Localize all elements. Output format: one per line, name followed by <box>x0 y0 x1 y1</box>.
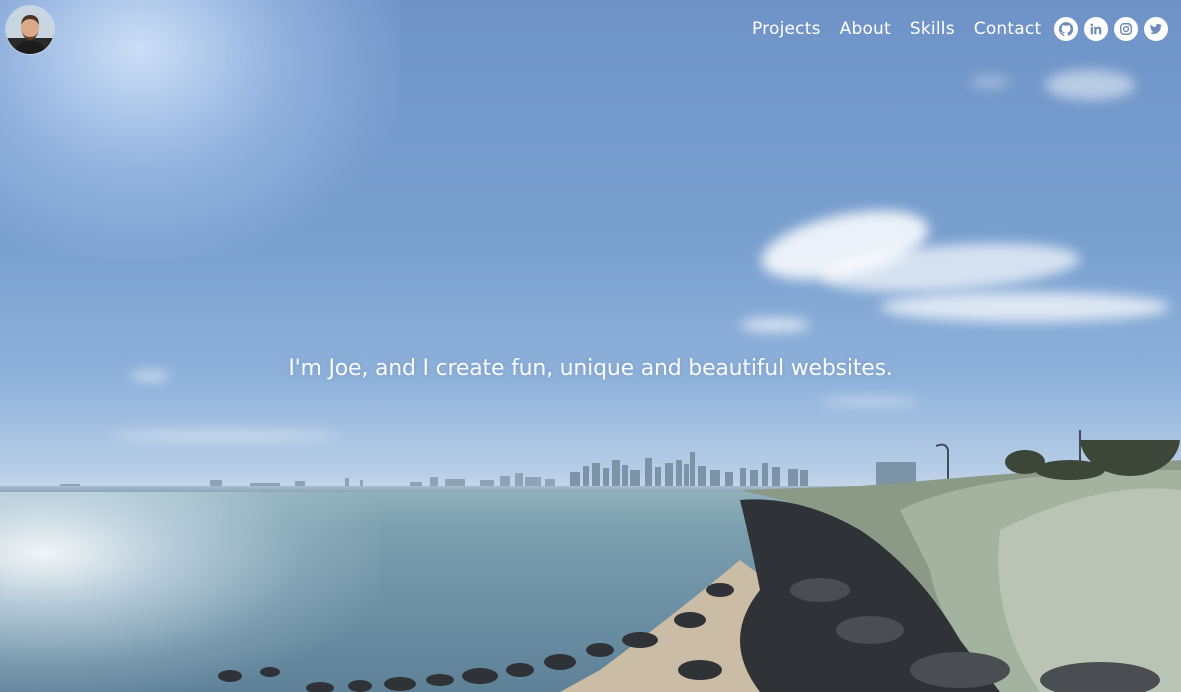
profile-photo <box>6 6 54 54</box>
instagram-icon-glyph <box>1120 23 1132 35</box>
github-icon[interactable] <box>1054 17 1078 41</box>
nav-about[interactable]: About <box>840 17 891 41</box>
cloud <box>1045 70 1135 100</box>
hero-background: Projects About Skills Contact I'm Joe, a… <box>0 0 1181 692</box>
avatar[interactable] <box>6 6 54 54</box>
cloud <box>820 398 920 405</box>
twitter-icon-glyph <box>1149 23 1163 34</box>
rocky-shore <box>218 440 1181 692</box>
linkedin-icon[interactable] <box>1084 17 1108 41</box>
cloud <box>970 75 1010 89</box>
cloud <box>880 292 1170 322</box>
linkedin-icon-glyph <box>1090 23 1102 35</box>
twitter-icon[interactable] <box>1144 17 1168 41</box>
social-links <box>1054 17 1168 41</box>
site-header: Projects About Skills Contact <box>0 0 1181 60</box>
nav-projects[interactable]: Projects <box>752 17 821 41</box>
cloud <box>740 318 810 332</box>
main-nav: Projects About Skills Contact <box>752 17 1060 41</box>
nav-contact[interactable]: Contact <box>974 17 1042 41</box>
github-icon-glyph <box>1059 22 1073 36</box>
nav-skills[interactable]: Skills <box>910 17 955 41</box>
instagram-icon[interactable] <box>1114 17 1138 41</box>
hero-tagline: I'm Joe, and I create fun, unique and be… <box>288 356 893 381</box>
